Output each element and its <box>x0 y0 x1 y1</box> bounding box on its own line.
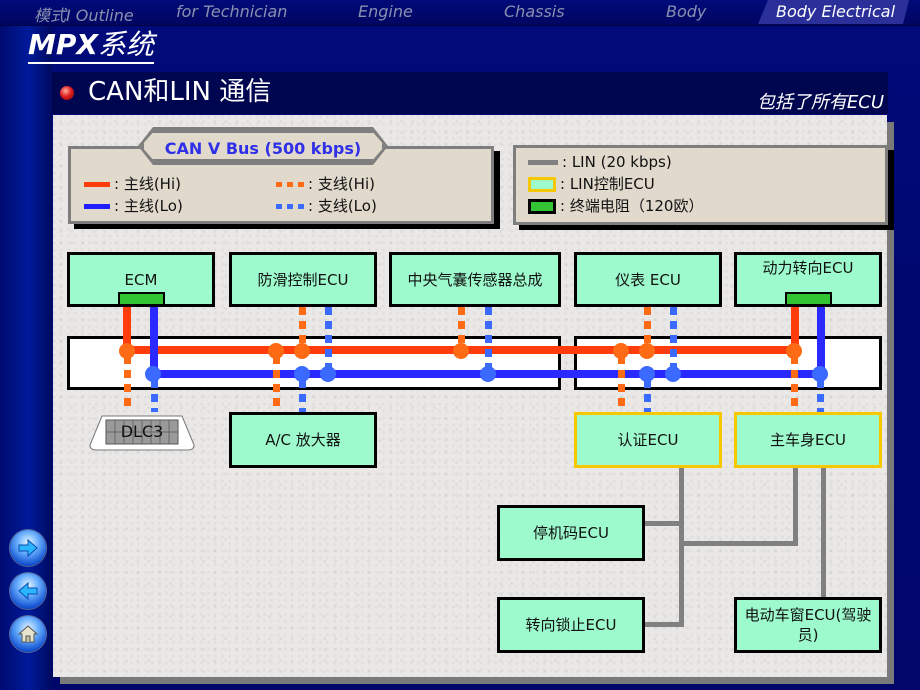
main-hi-swatch <box>84 182 110 187</box>
junction-lo-dot <box>480 366 496 382</box>
terminator-swatch <box>528 199 556 214</box>
ecu-immobilizer[interactable]: 停机码ECU <box>497 505 645 561</box>
nav-item-outline[interactable]: 模式I Outline <box>34 2 134 26</box>
body-branch-lo <box>817 380 824 412</box>
ecu-abs[interactable]: 防滑控制ECU <box>229 252 377 307</box>
eps-terminator <box>785 292 832 306</box>
home-icon <box>17 625 39 643</box>
legend-item-terminator: : 终端电阻（120欧） <box>528 196 703 216</box>
junction-hi-dot <box>453 343 469 359</box>
legend-item-branch-hi: : 支线(Hi) <box>276 174 375 194</box>
meter-branch-lo <box>670 307 677 375</box>
ac-branch-lo <box>299 380 306 412</box>
dlc3-connector[interactable]: DLC3 <box>88 413 196 453</box>
dlc3-branch-lo <box>151 380 158 412</box>
ecu-steering-lock[interactable]: 转向锁止ECU <box>497 597 645 653</box>
dlc3-label: DLC3 <box>120 422 164 441</box>
lin-line-power-window <box>821 466 826 600</box>
ecm-lo-leg <box>150 302 158 376</box>
legend-label: : 主线(Lo) <box>114 197 183 215</box>
lin-swatch <box>528 160 558 165</box>
branch-lo-swatch <box>276 204 306 209</box>
abs-branch-lo <box>325 307 332 375</box>
ecm-terminator <box>118 292 165 306</box>
ecu-power-window[interactable]: 电动车窗ECU(驾驶员) <box>734 597 882 653</box>
page-title: MPX系统 <box>28 28 154 64</box>
junction-lo-dot <box>639 366 655 382</box>
junction-hi-dot <box>294 343 310 359</box>
top-nav: 模式I Outline for Technician Engine Chassi… <box>0 0 920 26</box>
legend-item-branch-lo: : 支线(Lo) <box>276 196 377 216</box>
arrow-right-icon <box>18 539 38 557</box>
legend-item-main-lo: : 主线(Lo) <box>84 196 183 216</box>
home-button[interactable] <box>10 616 46 652</box>
arrow-left-icon <box>18 582 38 600</box>
previous-slide-button[interactable] <box>10 573 46 609</box>
lin-line-immobilizer <box>645 521 684 526</box>
nav-item-body[interactable]: Body <box>666 2 706 21</box>
junction-hi-dot <box>639 343 655 359</box>
nav-item-technician[interactable]: for Technician <box>176 2 287 21</box>
junction-hi-dot <box>786 343 802 359</box>
legend-label: : 主线(Hi) <box>114 175 181 193</box>
legend-item-lin-ecu: : LIN控制ECU <box>528 174 655 194</box>
junction-lo-dot <box>665 366 681 382</box>
main-lo-swatch <box>84 204 110 209</box>
lin-line-steering-lock <box>645 622 684 627</box>
branch-hi-swatch <box>276 182 306 187</box>
nav-item-engine[interactable]: Engine <box>358 2 413 21</box>
lin-line-body-down <box>793 466 798 546</box>
legend-label: : 支线(Hi) <box>308 175 375 193</box>
can-legend-title: CAN V Bus (500 kbps) <box>141 130 385 162</box>
section-heading: CAN和LIN 通信 <box>88 77 272 107</box>
legend-item-lin: : LIN (20 kbps) <box>528 152 672 172</box>
nav-item-chassis[interactable]: Chassis <box>504 2 565 21</box>
junction-hi-dot <box>119 343 135 359</box>
eps-lo-leg <box>817 302 825 376</box>
lin-ecu-swatch <box>528 177 556 192</box>
lin-line-body-link <box>683 541 797 546</box>
nav-item-body-electrical[interactable]: Body Electrical <box>758 0 909 24</box>
body-branch-hi <box>791 356 798 412</box>
legend-label: : 支线(Lo) <box>308 197 377 215</box>
junction-lo-dot <box>812 366 828 382</box>
auth-branch-lo <box>644 380 651 412</box>
legend-item-main-hi: : 主线(Hi) <box>84 174 181 194</box>
legend-label: : LIN (20 kbps) <box>562 153 672 171</box>
bullet-icon <box>60 86 74 100</box>
ecu-meter[interactable]: 仪表 ECU <box>574 252 722 307</box>
subnote: 包括了所有ECU <box>756 92 884 113</box>
auth-branch-hi <box>618 356 625 412</box>
junction-lo-dot <box>145 366 161 382</box>
ecu-certification[interactable]: 认证ECU <box>574 412 722 468</box>
ac-branch-hi <box>273 356 280 412</box>
junction-lo-dot <box>294 366 310 382</box>
ecu-ac-amplifier[interactable]: A/C 放大器 <box>229 412 377 468</box>
legend-label: : LIN控制ECU <box>560 175 655 193</box>
legend-label: : 终端电阻（120欧） <box>560 197 704 215</box>
airbag-branch-lo <box>485 307 492 375</box>
junction-hi-dot <box>268 343 284 359</box>
junction-hi-dot <box>613 343 629 359</box>
junction-lo-dot <box>320 366 336 382</box>
page-title-latin: MPX <box>28 28 98 61</box>
page-title-cn: 系统 <box>97 28 154 61</box>
ecu-airbag-sensor[interactable]: 中央气囊传感器总成 <box>389 252 561 307</box>
ecu-main-body[interactable]: 主车身ECU <box>734 412 882 468</box>
next-slide-button[interactable] <box>10 530 46 566</box>
dlc3-branch-hi <box>124 356 131 412</box>
lin-line-auth-trunk <box>679 466 684 626</box>
